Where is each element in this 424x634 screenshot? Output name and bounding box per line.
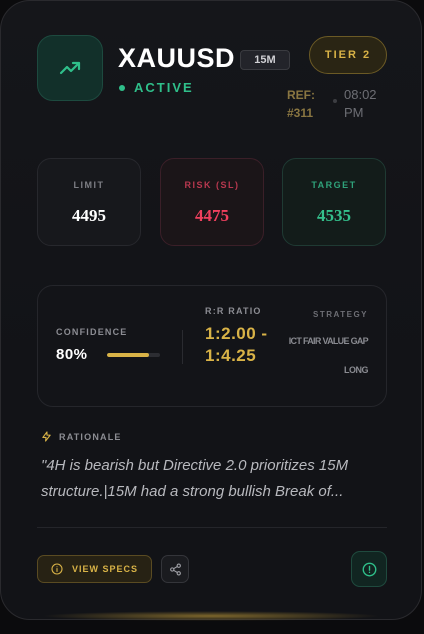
lightning-icon <box>42 431 51 442</box>
analysis-panel: CONFIDENCE 80% R:R RATIO 1:2.00 - 1:4.25… <box>37 285 387 407</box>
status-indicator: ACTIVE <box>119 80 194 95</box>
signal-card: XAUUSD 15M ACTIVE TIER 2 REF: #311 08:02… <box>0 0 422 621</box>
rationale-text: "4H is bearish but Directive 2.0 priorit… <box>41 457 349 500</box>
rr-ratio-value: 1:2.00 - 1:4.25 <box>205 324 268 365</box>
info-icon <box>51 563 63 575</box>
trending-up-icon <box>59 61 81 75</box>
status-dot <box>119 84 125 91</box>
separator-dot <box>333 99 337 103</box>
limit-card: LIMIT 4495 <box>37 158 141 246</box>
confidence-value: 80% <box>56 346 88 363</box>
limit-value: 4495 <box>72 206 106 225</box>
bottom-glow <box>41 611 381 621</box>
target-card: TARGET 4535 <box>282 158 386 246</box>
reference-id: REF: #311 <box>287 88 315 120</box>
confidence-bar-fill <box>107 353 150 357</box>
target-value: 4535 <box>317 206 351 225</box>
rationale-header: RATIONALE <box>41 431 122 442</box>
alert-circle-icon <box>362 562 376 576</box>
share-button[interactable] <box>161 555 189 583</box>
strategy-label: STRATEGY <box>313 310 368 319</box>
strategy-value: ICT FAIR VALUE GAP <box>288 336 369 346</box>
trade-direction: LONG <box>344 365 369 375</box>
share-icon <box>169 563 181 575</box>
status-label: ACTIVE <box>134 80 194 95</box>
view-specs-button[interactable]: VIEW SPECS <box>37 555 152 583</box>
rationale-label: RATIONALE <box>59 431 122 442</box>
risk-card: RISK (SL) 4475 <box>160 158 264 246</box>
footer-divider <box>37 527 387 528</box>
tier-badge: TIER 2 <box>309 36 387 74</box>
confidence-bar <box>107 353 160 357</box>
symbol-title: XAUUSD <box>118 43 236 73</box>
risk-label: RISK (SL) <box>184 180 240 190</box>
view-specs-label: VIEW SPECS <box>71 564 138 574</box>
rr-ratio-label: R:R RATIO <box>205 306 262 316</box>
timeframe-badge: 15M <box>240 50 290 70</box>
confidence-label: CONFIDENCE <box>56 327 128 337</box>
signal-time: 08:02 PM <box>344 87 377 120</box>
risk-value: 4475 <box>195 206 229 225</box>
panel-divider <box>182 330 183 364</box>
limit-label: LIMIT <box>73 180 105 190</box>
target-label: TARGET <box>311 180 357 190</box>
trend-icon-box <box>37 35 103 101</box>
alert-button[interactable] <box>351 551 387 587</box>
